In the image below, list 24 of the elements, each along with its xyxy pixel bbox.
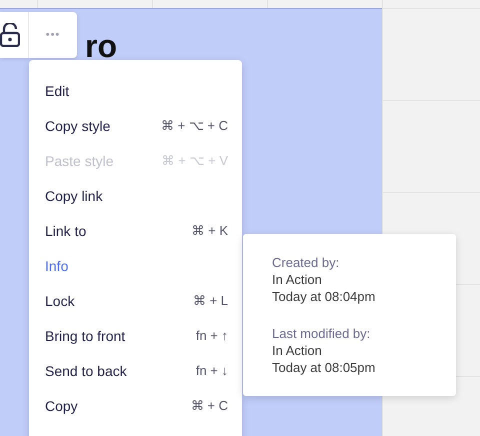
- shortcut-hint: ⌘ + ⌥ + C: [160, 118, 228, 133]
- shortcut-hint: fn + ↓: [196, 363, 228, 378]
- menu-item[interactable]: Copy link: [29, 178, 242, 213]
- menu-item[interactable]: Copy style ⌘ + ⌥ + C: [29, 108, 242, 143]
- shortcut-hint: ⌘ + C: [190, 398, 228, 413]
- menu-item[interactable]: Bring to front fn + ↑: [29, 318, 242, 353]
- info-label: Last modified by:: [272, 325, 372, 342]
- shortcut-hint: fn + ↑: [196, 328, 228, 343]
- shortcut-hint: ⌘ + K: [192, 223, 228, 238]
- menu-item[interactable]: Send to back fn + ↓: [29, 353, 242, 388]
- padlock-icon: [0, 23, 20, 47]
- menu-item[interactable]: Copy ⌘ + C: [29, 388, 242, 423]
- shortcut-hint: ⌘ + L: [192, 293, 228, 308]
- lock-button[interactable]: [0, 12, 29, 58]
- timestamp: Today at 08:04pm: [272, 288, 376, 305]
- info-label: Created by:: [272, 254, 340, 271]
- author-name: In Action: [272, 271, 323, 288]
- author-name: In Action: [272, 342, 323, 359]
- frame-heading: ro: [85, 28, 117, 65]
- menu-item[interactable]: Lock ⌘ + L: [29, 283, 242, 318]
- timestamp: Today at 08:05pm: [272, 359, 376, 376]
- menu-item[interactable]: Edit: [29, 73, 242, 108]
- menu-item[interactable]: Info: [29, 248, 242, 283]
- menu-item[interactable]: Link to ⌘ + K: [29, 213, 242, 248]
